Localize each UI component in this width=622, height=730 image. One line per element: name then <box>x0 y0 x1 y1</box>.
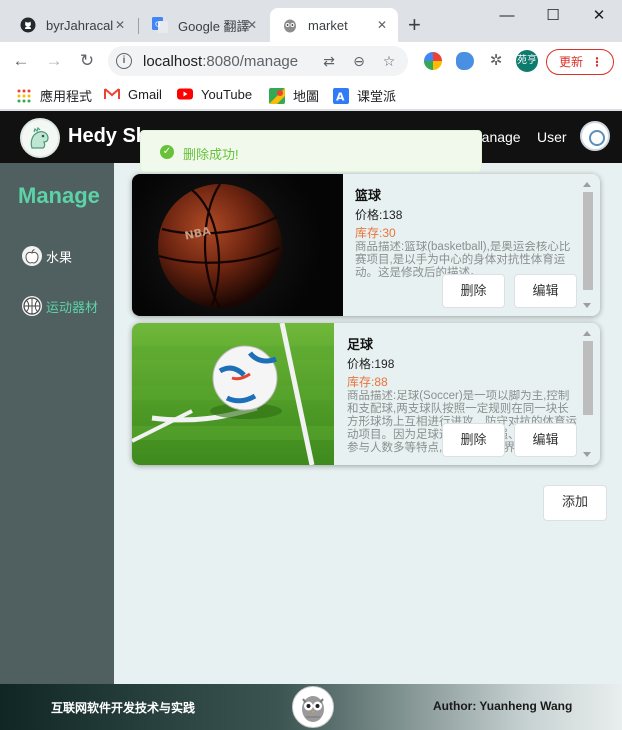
github-icon <box>20 17 36 33</box>
forward-arrow-icon[interactable]: → <box>43 50 65 72</box>
sidebar-item-label: 运动器材 <box>46 299 99 315</box>
apps-grid-icon <box>17 89 31 102</box>
dinosaur-logo-icon[interactable] <box>20 118 60 158</box>
close-tab-icon[interactable]: ✕ <box>112 17 128 33</box>
extension-color-icon[interactable] <box>424 52 442 70</box>
update-button[interactable]: 更新 ⋮ <box>546 49 614 75</box>
product-image: NBA <box>132 174 343 316</box>
product-name: 足球 <box>347 337 374 352</box>
tab-github[interactable]: byrJahracal ✕ <box>8 8 136 42</box>
reload-icon[interactable]: ↻ <box>76 50 98 72</box>
tab-title: market <box>308 17 348 33</box>
address-bar[interactable]: i localhost:8080/manage ⇄ ⊖ ☆ <box>108 46 408 76</box>
edit-button[interactable]: 编辑 <box>514 274 577 308</box>
close-tab-icon[interactable]: ✕ <box>244 17 260 33</box>
bookmark-apps[interactable]: 應用程式 <box>16 86 92 105</box>
footer: 互联网软件开发技术与实践 Author: Yuanheng Wang <box>0 684 622 730</box>
sidebar-item-fruit[interactable]: 水果 <box>22 246 72 266</box>
close-tab-icon[interactable]: ✕ <box>374 17 390 33</box>
add-product-button[interactable]: 添加 <box>543 485 607 521</box>
delete-button[interactable]: 删除 <box>442 274 505 308</box>
tab-market[interactable]: market ✕ <box>270 8 398 42</box>
apple-icon <box>22 246 42 266</box>
product-card: NBA 篮球 价格:138 库存:30 商品描述:篮球(basketball),… <box>132 174 600 316</box>
back-arrow-icon[interactable]: ← <box>10 50 32 72</box>
owl-favicon-icon <box>282 17 298 33</box>
zoom-icon[interactable]: ⊖ <box>350 52 368 70</box>
product-stock: 库存:88 <box>347 375 388 389</box>
tab-divider <box>138 18 139 34</box>
sidebar: Manage 水果 运动器材 <box>0 163 114 684</box>
product-card: 足球 价格:198 库存:88 商品描述:足球(Soccer)是一项以脚为主,控… <box>132 323 600 465</box>
profile-avatar[interactable]: 苑亨 <box>516 50 538 72</box>
svg-text:G: G <box>155 21 160 29</box>
browser-toolbar: ← → ↻ i localhost:8080/manage ⇄ ⊖ ☆ ✲ 苑亨… <box>0 42 622 80</box>
success-toast: ✓ 删除成功! <box>140 130 482 172</box>
window-close-icon[interactable]: ✕ <box>576 4 622 28</box>
url-text: localhost:8080/manage <box>143 53 299 70</box>
card-scrollbar[interactable] <box>582 182 593 308</box>
delete-button[interactable]: 删除 <box>442 423 505 457</box>
bookmarks-bar: 應用程式 Gmail YouTube 地圖 A 课堂派 <box>0 80 622 110</box>
more-menu-icon: ⋮ <box>591 55 603 69</box>
bookmark-youtube[interactable]: YouTube <box>177 86 252 102</box>
product-name: 篮球 <box>355 188 382 203</box>
bookmark-ketangpai[interactable]: A 课堂派 <box>333 86 396 105</box>
success-check-icon: ✓ <box>160 145 174 159</box>
nav-user-link[interactable]: User <box>537 129 567 145</box>
maximize-icon[interactable]: ☐ <box>530 4 576 28</box>
bookmark-gmail[interactable]: Gmail <box>104 86 162 102</box>
footer-author: Author: Yuanheng Wang <box>433 699 573 713</box>
bookmark-star-icon[interactable]: ☆ <box>380 52 398 70</box>
translate-page-icon[interactable]: ⇄ <box>320 52 338 70</box>
new-tab-plus-icon[interactable]: + <box>408 14 421 36</box>
product-stock: 库存:30 <box>355 226 396 240</box>
tab-google-translate[interactable]: G Google 翻譯 ✕ <box>140 8 268 42</box>
extensions-puzzle-icon[interactable]: ✲ <box>485 50 507 72</box>
product-price: 价格:138 <box>355 208 403 222</box>
bookmark-maps[interactable]: 地圖 <box>269 86 319 105</box>
edit-button[interactable]: 编辑 <box>514 423 577 457</box>
browser-tabstrip: byrJahracal ✕ G Google 翻譯 ✕ market ✕ + —… <box>0 0 622 42</box>
youtube-icon <box>177 88 193 100</box>
sidebar-item-sports[interactable]: 运动器材 <box>22 296 98 316</box>
user-avatar[interactable] <box>580 121 610 151</box>
tab-title: Google 翻譯 <box>178 18 250 34</box>
maps-icon <box>269 87 285 104</box>
svg-text:A: A <box>336 90 345 103</box>
toast-message: 删除成功! <box>183 147 239 162</box>
footer-course-title: 互联网软件开发技术与实践 <box>51 701 196 715</box>
product-image <box>132 323 334 465</box>
tab-title: byrJahracal <box>46 17 114 33</box>
product-price: 价格:198 <box>347 357 395 371</box>
cloud-extension-icon[interactable] <box>456 52 474 70</box>
main-content: NBA 篮球 价格:138 库存:30 商品描述:篮球(basketball),… <box>114 163 622 684</box>
gmail-icon <box>104 88 120 99</box>
sidebar-item-label: 水果 <box>46 249 73 265</box>
site-info-icon[interactable]: i <box>116 53 132 69</box>
minimize-icon[interactable]: — <box>484 4 530 28</box>
sidebar-title: Manage <box>18 183 100 208</box>
basketball-icon <box>22 296 42 316</box>
card-scrollbar[interactable] <box>582 331 593 457</box>
ketangpai-icon: A <box>333 87 349 104</box>
google-translate-icon: G <box>152 17 168 33</box>
owl-logo-icon <box>292 686 334 728</box>
